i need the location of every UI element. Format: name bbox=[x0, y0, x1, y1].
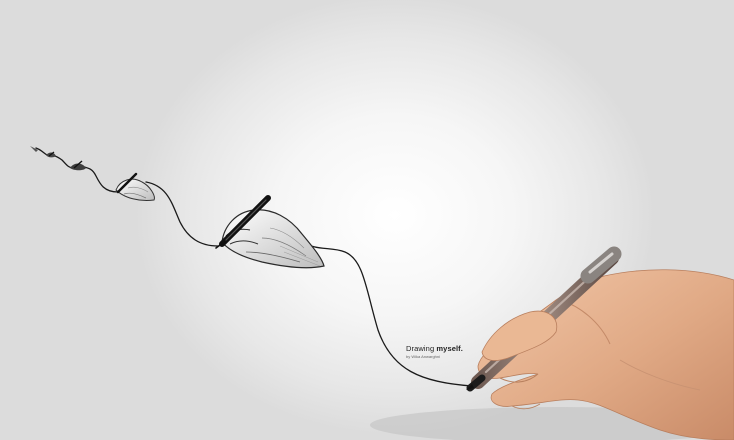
tiny-hand-sketch-1 bbox=[30, 146, 38, 152]
caption: Drawing myself. by Wika Anwarghni bbox=[406, 345, 463, 359]
drawing-myself-illustration: Drawing myself. by Wika Anwarghni bbox=[0, 0, 734, 440]
caption-title: Drawing myself. bbox=[406, 345, 463, 353]
tiny-hand-sketch-3 bbox=[70, 160, 86, 171]
caption-title-bold: myself. bbox=[436, 344, 463, 353]
caption-title-light: Drawing bbox=[406, 344, 435, 353]
caption-byline: by Wika Anwarghni bbox=[406, 353, 441, 359]
artwork-canvas bbox=[30, 146, 734, 440]
small-hand-sketch bbox=[115, 172, 155, 201]
tiny-hand-sketch-2 bbox=[46, 151, 56, 158]
medium-hand-sketch bbox=[215, 195, 325, 269]
